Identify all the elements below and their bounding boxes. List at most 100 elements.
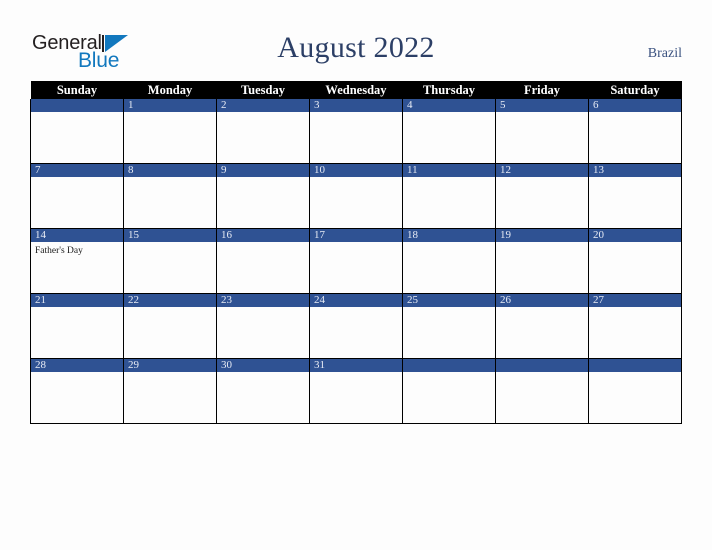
- calendar-body: 1 2 3 4 5 6 7 8 9 10 11 12 13 14 Father's Day 15 16 17 18 1…: [30, 99, 682, 424]
- day-events: [589, 307, 681, 310]
- calendar-day-cell[interactable]: 12: [495, 163, 589, 229]
- day-number: 12: [496, 164, 588, 177]
- day-events: [403, 112, 495, 115]
- day-number: 20: [589, 229, 681, 242]
- day-events: [589, 242, 681, 245]
- day-number: 1: [124, 99, 216, 112]
- day-number: 17: [310, 229, 402, 242]
- day-events: [589, 177, 681, 180]
- day-number: 30: [217, 359, 309, 372]
- calendar-day-cell[interactable]: 24: [309, 293, 403, 359]
- day-events: [124, 372, 216, 375]
- calendar-day-cell[interactable]: 18: [402, 228, 496, 294]
- calendar-day-cell[interactable]: 29: [123, 358, 217, 424]
- calendar-day-cell[interactable]: 16: [216, 228, 310, 294]
- page-header: General Blue August 2022 Brazil: [0, 0, 712, 80]
- calendar-day-cell[interactable]: 10: [309, 163, 403, 229]
- day-number: 24: [310, 294, 402, 307]
- day-events: [31, 177, 123, 180]
- day-number: 23: [217, 294, 309, 307]
- calendar-week-row: 7 8 9 10 11 12 13: [30, 163, 682, 229]
- calendar-day-cell[interactable]: 7: [30, 163, 124, 229]
- day-number: [403, 359, 495, 372]
- day-number: 9: [217, 164, 309, 177]
- day-number: 27: [589, 294, 681, 307]
- day-events: [403, 372, 495, 375]
- day-number: 21: [31, 294, 123, 307]
- day-number: 2: [217, 99, 309, 112]
- calendar-week-row: 28 29 30 31: [30, 358, 682, 424]
- weekday-header-wednesday: Wednesday: [309, 81, 403, 99]
- day-number: 7: [31, 164, 123, 177]
- calendar-day-cell[interactable]: 14 Father's Day: [30, 228, 124, 294]
- day-events: [496, 307, 588, 310]
- calendar-day-cell[interactable]: 26: [495, 293, 589, 359]
- day-events: [403, 307, 495, 310]
- day-number: 3: [310, 99, 402, 112]
- day-number: 19: [496, 229, 588, 242]
- calendar-day-cell[interactable]: [402, 358, 496, 424]
- calendar-day-cell[interactable]: 31: [309, 358, 403, 424]
- day-number: 26: [496, 294, 588, 307]
- calendar-day-cell[interactable]: 23: [216, 293, 310, 359]
- calendar-week-row: 14 Father's Day 15 16 17 18 19 20: [30, 228, 682, 294]
- day-events: [403, 177, 495, 180]
- calendar-day-cell[interactable]: 19: [495, 228, 589, 294]
- day-number: 14: [31, 229, 123, 242]
- day-number: [31, 99, 123, 112]
- weekday-header-tuesday: Tuesday: [216, 81, 310, 99]
- weekday-header-friday: Friday: [495, 81, 589, 99]
- calendar-day-cell[interactable]: 22: [123, 293, 217, 359]
- calendar-day-cell[interactable]: 17: [309, 228, 403, 294]
- day-events: [124, 242, 216, 245]
- calendar-day-cell[interactable]: 9: [216, 163, 310, 229]
- calendar-day-cell[interactable]: 3: [309, 99, 403, 164]
- day-events: [124, 307, 216, 310]
- region-label: Brazil: [647, 46, 682, 61]
- calendar-day-cell[interactable]: 8: [123, 163, 217, 229]
- day-events: [31, 112, 123, 115]
- calendar-day-cell[interactable]: 27: [588, 293, 682, 359]
- weekday-header-monday: Monday: [123, 81, 217, 99]
- calendar-day-cell[interactable]: 6: [588, 99, 682, 164]
- day-events: [217, 242, 309, 245]
- day-number: 10: [310, 164, 402, 177]
- calendar-day-cell[interactable]: [588, 358, 682, 424]
- calendar-grid: Sunday Monday Tuesday Wednesday Thursday…: [30, 81, 682, 424]
- day-events: [310, 242, 402, 245]
- weekday-header-thursday: Thursday: [402, 81, 496, 99]
- day-events: [310, 112, 402, 115]
- calendar-day-cell[interactable]: 25: [402, 293, 496, 359]
- calendar-day-cell[interactable]: 2: [216, 99, 310, 164]
- day-number: [496, 359, 588, 372]
- calendar-day-cell[interactable]: [495, 358, 589, 424]
- calendar-day-cell[interactable]: 11: [402, 163, 496, 229]
- calendar-day-cell[interactable]: 13: [588, 163, 682, 229]
- day-number: 6: [589, 99, 681, 112]
- day-events: [589, 112, 681, 115]
- day-events: [496, 242, 588, 245]
- day-number: 8: [124, 164, 216, 177]
- day-events: [217, 372, 309, 375]
- day-number: 25: [403, 294, 495, 307]
- calendar-day-cell[interactable]: 20: [588, 228, 682, 294]
- calendar-day-cell[interactable]: 28: [30, 358, 124, 424]
- calendar-day-cell[interactable]: [30, 99, 124, 164]
- calendar-day-cell[interactable]: 15: [123, 228, 217, 294]
- day-number: 22: [124, 294, 216, 307]
- calendar-day-cell[interactable]: 30: [216, 358, 310, 424]
- calendar-week-row: 21 22 23 24 25 26 27: [30, 293, 682, 359]
- day-number: 13: [589, 164, 681, 177]
- calendar-day-cell[interactable]: 21: [30, 293, 124, 359]
- page-title: August 2022: [277, 31, 435, 64]
- calendar-day-cell[interactable]: 4: [402, 99, 496, 164]
- calendar-day-cell[interactable]: 1: [123, 99, 217, 164]
- calendar-day-cell[interactable]: 5: [495, 99, 589, 164]
- day-events: [496, 112, 588, 115]
- day-events: [310, 307, 402, 310]
- day-events: [496, 177, 588, 180]
- day-events: [310, 372, 402, 375]
- day-events: [589, 372, 681, 375]
- calendar-week-row: 123456: [30, 99, 682, 164]
- day-number: 18: [403, 229, 495, 242]
